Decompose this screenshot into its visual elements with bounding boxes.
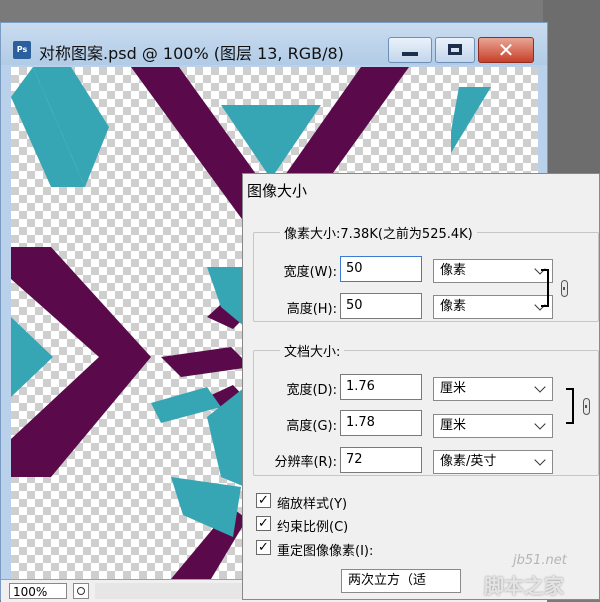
doc-width-label: 宽度(D): xyxy=(286,383,337,398)
doc-height-unit: 厘米 xyxy=(440,418,467,433)
close-icon: ✕ xyxy=(497,38,515,62)
minimize-button[interactable] xyxy=(388,37,432,63)
psd-file-icon: Ps xyxy=(13,41,31,59)
watermark-site: 脚本之家 xyxy=(484,574,564,598)
title-bar[interactable]: Ps 对称图案.psd @ 100% (图层 13, RGB/8) ✕ xyxy=(1,23,547,65)
pixel-height-input[interactable]: 50 xyxy=(340,293,422,319)
doc-height-unit-select[interactable]: 厘米 xyxy=(433,414,553,438)
doc-width-input[interactable]: 1.76 xyxy=(340,374,422,400)
resolution-label: 分辨率(R): xyxy=(274,455,337,470)
pixel-width-label: 宽度(W): xyxy=(283,265,337,280)
pixel-height-unit-select[interactable]: 像素 xyxy=(433,295,553,319)
window-title: 对称图案.psd @ 100% (图层 13, RGB/8) xyxy=(39,44,344,63)
zoom-field[interactable]: 100% xyxy=(9,583,67,599)
pixel-height-label: 高度(H): xyxy=(286,302,337,317)
constrain-proportions-label: 约束比例(C) xyxy=(277,520,349,535)
navigator-icon[interactable] xyxy=(73,583,89,599)
resample-checkbox[interactable]: ✓ xyxy=(256,540,271,555)
document-size-legend: 文档大小: xyxy=(280,341,345,360)
scale-styles-checkbox[interactable]: ✓ xyxy=(256,493,271,508)
maximize-icon xyxy=(448,44,462,55)
chevron-down-icon xyxy=(534,381,546,393)
minimize-icon xyxy=(402,52,418,56)
resolution-unit-select[interactable]: 像素/英寸 xyxy=(433,450,553,474)
pixel-dimensions-legend: 像素大小:7.38K(之前为525.4K) xyxy=(280,223,477,242)
chain-link-icon xyxy=(561,280,568,297)
doc-width-unit: 厘米 xyxy=(440,381,467,396)
constrain-proportions-checkbox[interactable]: ✓ xyxy=(256,516,271,531)
pixel-height-unit: 像素 xyxy=(440,299,467,314)
star-teal-arm xyxy=(171,477,241,537)
resolution-unit: 像素/英寸 xyxy=(440,454,497,469)
left-teal-triangle xyxy=(11,317,53,397)
dialog-title: 图像大小 xyxy=(247,182,308,200)
doc-width-unit-select[interactable]: 厘米 xyxy=(433,377,553,401)
doc-link-bracket xyxy=(566,388,574,424)
resample-method-select[interactable]: 两次立方（适 xyxy=(341,569,461,593)
chain-link-icon xyxy=(583,398,590,415)
star-purple-arm xyxy=(161,347,251,377)
pixel-width-unit: 像素 xyxy=(440,263,467,278)
chevron-down-icon xyxy=(534,418,546,430)
watermark-host: jb51.net xyxy=(513,553,567,568)
image-size-dialog: 图像大小 像素大小:7.38K(之前为525.4K) 宽度(W): 50 像素 … xyxy=(242,173,600,600)
pixel-width-input[interactable]: 50 xyxy=(340,256,422,282)
pixel-width-unit-select[interactable]: 像素 xyxy=(433,259,553,283)
scale-styles-label: 缩放样式(Y) xyxy=(277,497,348,512)
right-teal-shape xyxy=(451,87,491,153)
close-button[interactable]: ✕ xyxy=(478,37,534,63)
doc-height-input[interactable]: 1.78 xyxy=(340,410,422,436)
chevron-down-icon xyxy=(534,454,546,466)
resample-label: 重定图像像素(I): xyxy=(277,544,374,559)
horizontal-scrollbar[interactable] xyxy=(95,583,245,599)
resolution-input[interactable]: 72 xyxy=(340,447,422,473)
doc-height-label: 高度(G): xyxy=(286,419,337,434)
maximize-button[interactable] xyxy=(435,37,475,63)
pixel-link-bracket xyxy=(541,269,549,307)
